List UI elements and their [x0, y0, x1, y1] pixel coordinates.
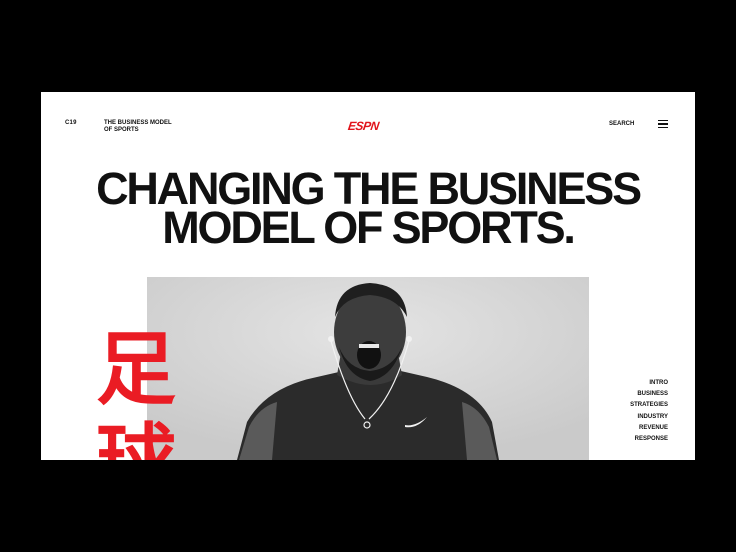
hero-headline: CHANGING THE BUSINESS MODEL OF SPORTS.: [96, 163, 642, 253]
athlete-photo: [147, 277, 589, 460]
nav-item-strategies[interactable]: STRATEGIES: [630, 400, 668, 411]
landing-panel: C19 THE BUSINESS MODEL OF SPORTS ESPN SE…: [41, 92, 695, 460]
section-nav: INTRO BUSINESS STRATEGIES INDUSTRY REVEN…: [630, 378, 668, 445]
hamburger-menu-icon[interactable]: [658, 120, 668, 128]
nav-item-revenue[interactable]: REVENUE: [630, 423, 668, 434]
nav-item-industry[interactable]: INDUSTRY: [630, 412, 668, 423]
nav-item-response[interactable]: RESPONSE: [630, 434, 668, 445]
espn-logo[interactable]: ESPN: [347, 119, 380, 133]
search-link[interactable]: SEARCH: [609, 121, 634, 127]
issue-code: C19: [65, 120, 77, 126]
nav-item-business[interactable]: BUSINESS: [630, 389, 668, 400]
kanji-decoration: 足球: [96, 323, 176, 461]
site-tagline[interactable]: THE BUSINESS MODEL OF SPORTS: [104, 120, 174, 134]
nav-item-intro[interactable]: INTRO: [630, 378, 668, 389]
